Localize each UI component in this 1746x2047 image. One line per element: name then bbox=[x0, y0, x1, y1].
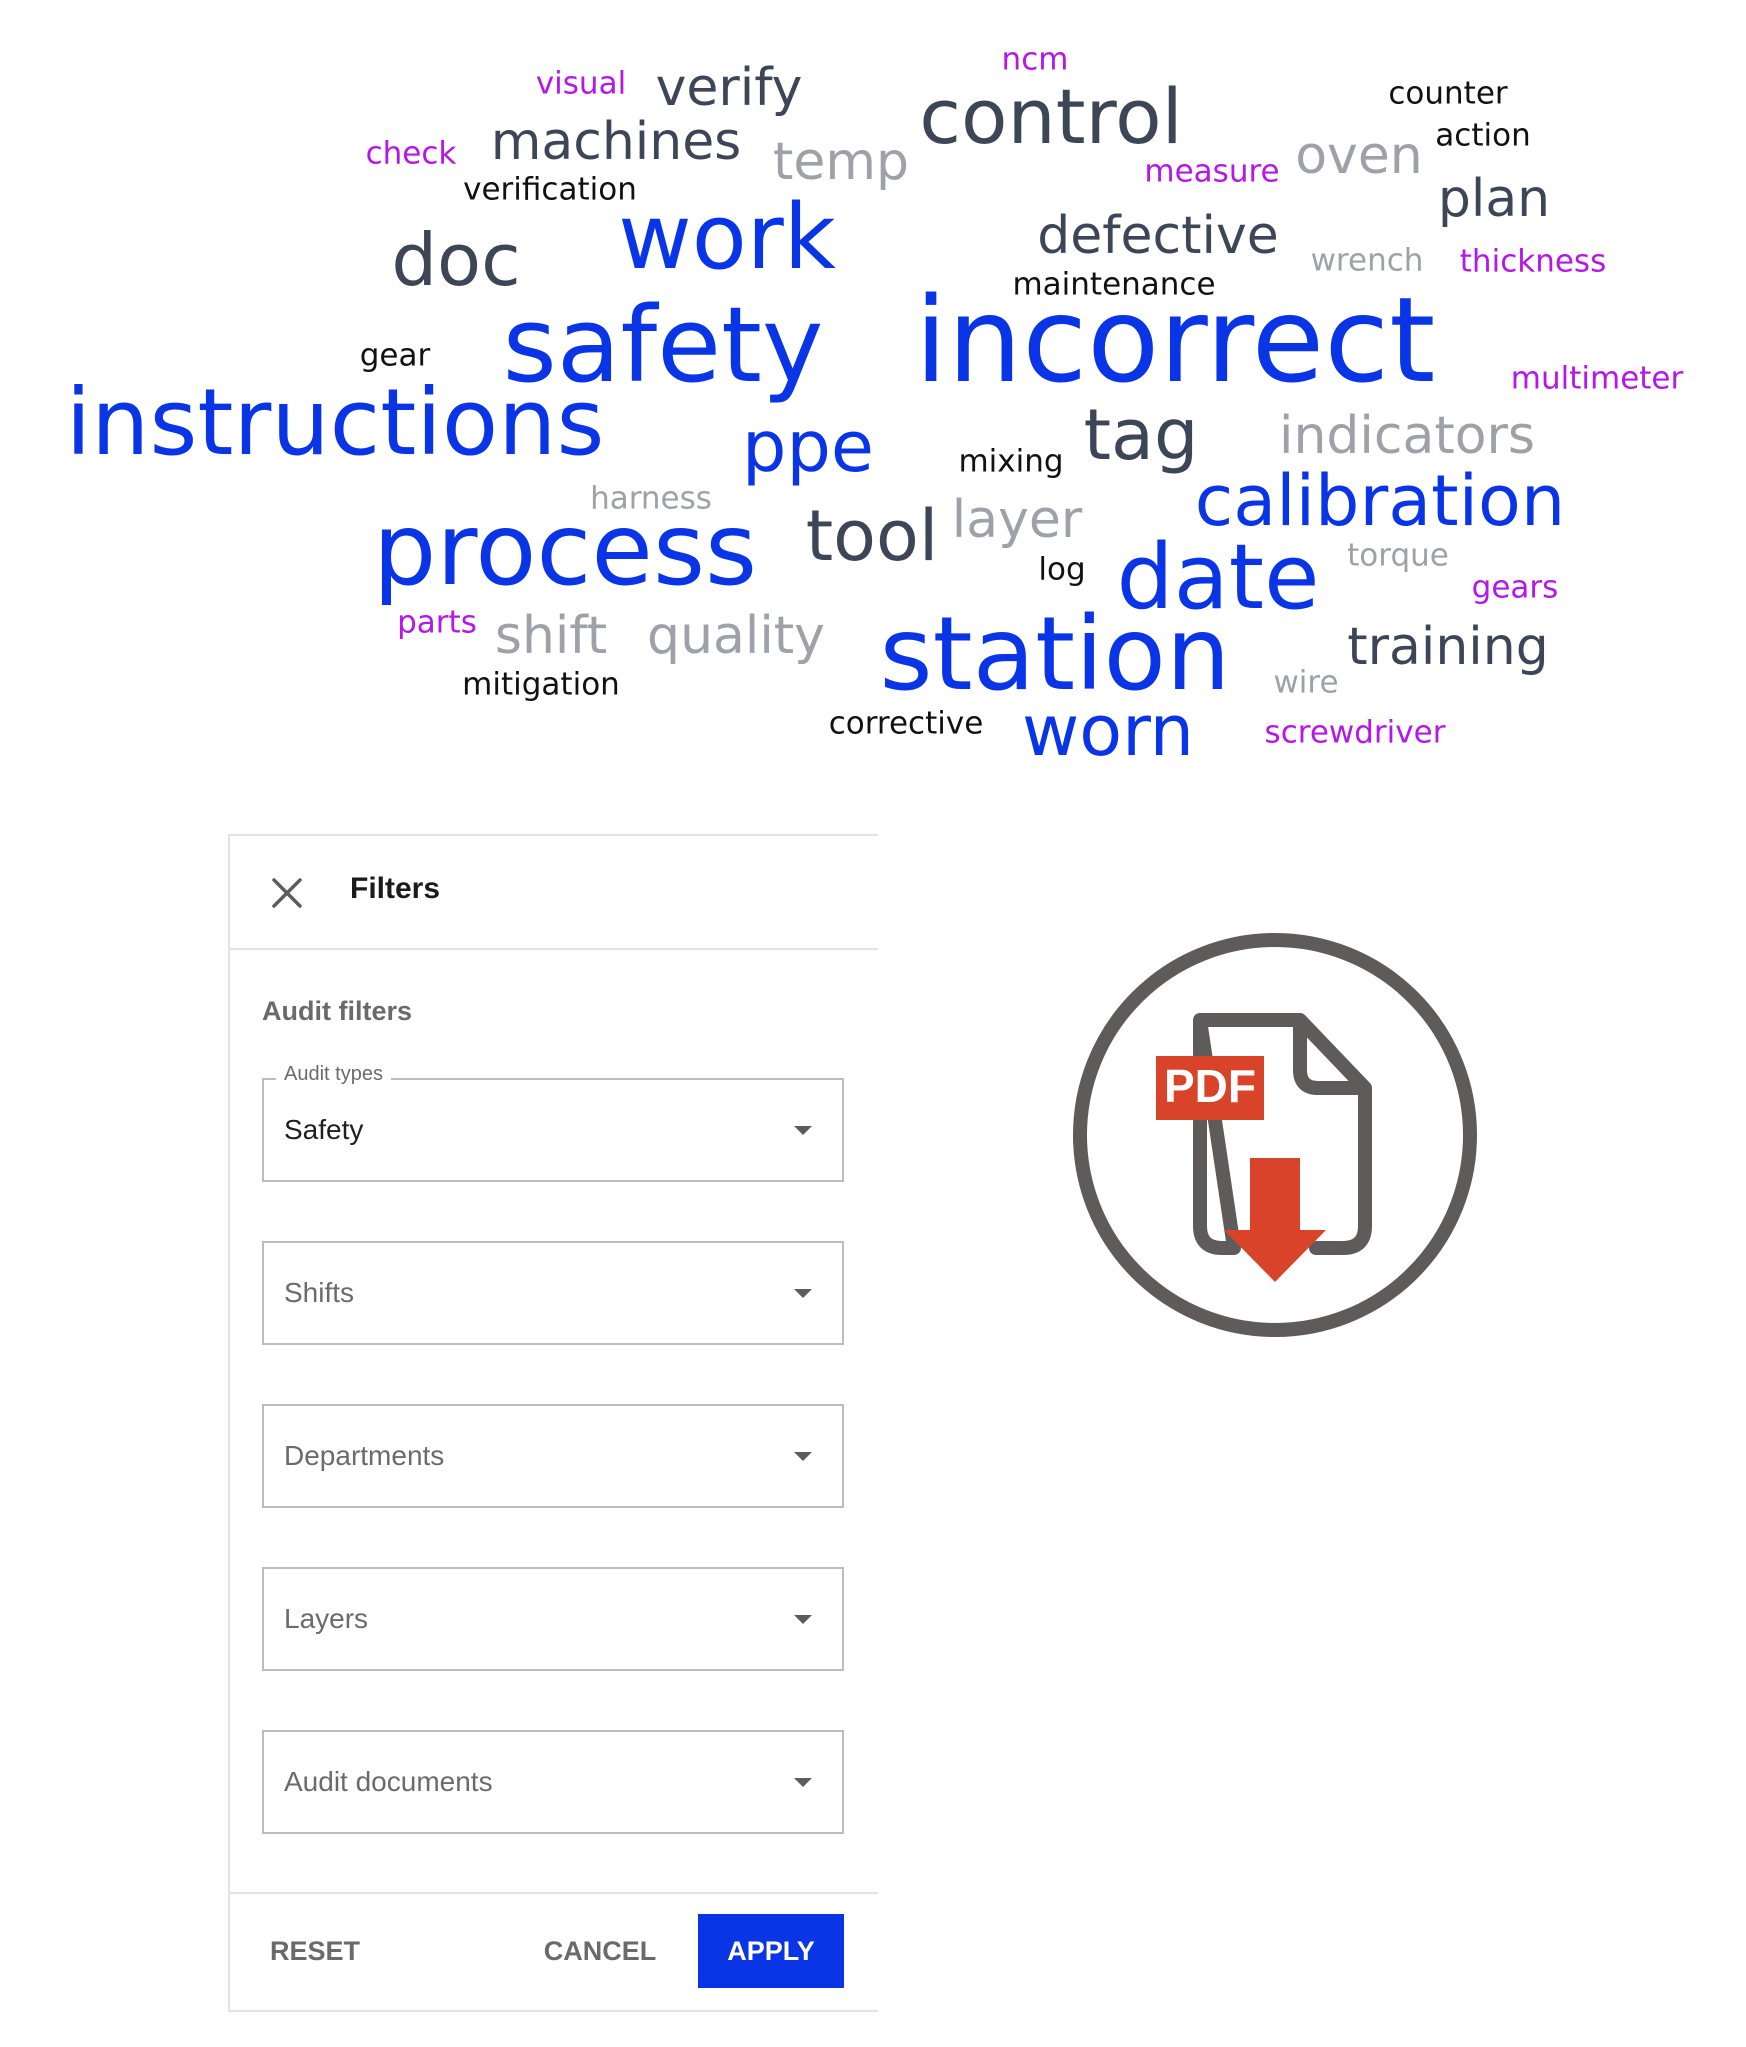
layers-select[interactable]: Layers bbox=[262, 1567, 844, 1671]
word-cloud-word: check bbox=[365, 135, 457, 172]
word-cloud-word: date bbox=[1116, 525, 1320, 630]
reset-button[interactable]: RESET bbox=[270, 1914, 370, 1988]
word-cloud-word: layer bbox=[951, 490, 1083, 550]
word-cloud-word: calibration bbox=[1194, 460, 1566, 542]
filters-panel: Filters Audit filters Audit types Safety… bbox=[228, 834, 878, 2012]
word-cloud-word: maintenance bbox=[1012, 266, 1216, 303]
departments-select[interactable]: Departments bbox=[262, 1404, 844, 1508]
chevron-down-icon bbox=[794, 1126, 812, 1135]
pdf-download-icon: PDF bbox=[1073, 933, 1477, 1337]
word-cloud-word: counter bbox=[1388, 75, 1508, 112]
word-cloud-word: oven bbox=[1295, 126, 1423, 186]
chevron-down-icon bbox=[794, 1289, 812, 1298]
shifts-placeholder: Shifts bbox=[284, 1277, 355, 1308]
word-cloud-word: control bbox=[919, 72, 1183, 161]
close-button[interactable] bbox=[266, 872, 308, 914]
word-cloud-word: tag bbox=[1083, 394, 1199, 476]
word-cloud-word: gear bbox=[359, 337, 431, 374]
chevron-down-icon bbox=[794, 1615, 812, 1624]
word-cloud-word: training bbox=[1347, 617, 1549, 677]
shifts-select[interactable]: Shifts bbox=[262, 1241, 844, 1345]
word-cloud-word: mixing bbox=[958, 443, 1064, 480]
word-cloud-word: tool bbox=[805, 495, 939, 577]
word-cloud-word: verification bbox=[463, 171, 637, 208]
word-cloud-word: thickness bbox=[1459, 243, 1607, 280]
word-cloud-word: quality bbox=[647, 606, 825, 666]
apply-button[interactable]: APPLY bbox=[698, 1914, 844, 1988]
word-cloud-word: ncm bbox=[1001, 41, 1069, 78]
departments-placeholder: Departments bbox=[284, 1440, 445, 1471]
word-cloud-word: defective bbox=[1037, 206, 1279, 266]
word-cloud-word: wrench bbox=[1310, 242, 1424, 279]
chevron-down-icon bbox=[794, 1452, 812, 1461]
layers-placeholder: Layers bbox=[284, 1603, 369, 1634]
word-cloud-word: worn bbox=[1022, 690, 1194, 772]
word-cloud-word: multimeter bbox=[1510, 360, 1684, 397]
word-cloud-word: machines bbox=[490, 112, 742, 172]
panel-footer: RESET CANCEL APPLY bbox=[230, 1892, 878, 2010]
audit-types-value: Safety bbox=[284, 1114, 364, 1145]
panel-header: Filters bbox=[230, 836, 878, 950]
word-cloud-word: indicators bbox=[1279, 406, 1535, 466]
word-cloud-word: mitigation bbox=[462, 666, 620, 703]
word-cloud-word: doc bbox=[391, 218, 521, 302]
word-cloud-word: work bbox=[618, 185, 836, 290]
word-cloud-word: verify bbox=[655, 58, 803, 118]
panel-title: Filters bbox=[350, 872, 441, 905]
word-cloud-word: screwdriver bbox=[1264, 714, 1446, 751]
word-cloud-word: wire bbox=[1273, 664, 1339, 701]
word-cloud-word: plan bbox=[1437, 169, 1551, 229]
word-cloud-word: visual bbox=[535, 65, 627, 102]
audit-documents-select[interactable]: Audit documents bbox=[262, 1730, 844, 1834]
audit-types-select[interactable]: Audit types Safety bbox=[262, 1063, 844, 1182]
section-title: Audit filters bbox=[262, 996, 413, 1026]
word-cloud-word: instructions bbox=[65, 369, 605, 476]
word-cloud-word: shift bbox=[494, 606, 608, 666]
pdf-label: PDF bbox=[1164, 1060, 1256, 1112]
audit-documents-placeholder: Audit documents bbox=[284, 1766, 493, 1797]
word-cloud-word: ppe bbox=[742, 406, 874, 488]
word-cloud-word: temp bbox=[772, 132, 910, 192]
word-cloud-word: measure bbox=[1144, 153, 1280, 190]
word-cloud-word: log bbox=[1038, 551, 1086, 588]
audit-types-legend: Audit types bbox=[276, 1063, 391, 1086]
word-cloud-word: parts bbox=[397, 604, 477, 641]
cancel-button[interactable]: CANCEL bbox=[530, 1914, 670, 1988]
pdf-download-button[interactable]: PDF bbox=[1070, 930, 1480, 1340]
word-cloud-word: harness bbox=[590, 480, 712, 517]
word-cloud: incorrect safety instructions process statio… bbox=[0, 0, 1746, 790]
word-cloud-word: corrective bbox=[828, 705, 984, 742]
word-cloud-word: action bbox=[1435, 117, 1531, 154]
word-cloud-word: torque bbox=[1347, 537, 1449, 574]
close-icon bbox=[272, 878, 302, 908]
chevron-down-icon bbox=[794, 1778, 812, 1787]
word-cloud-word: gears bbox=[1471, 569, 1559, 606]
